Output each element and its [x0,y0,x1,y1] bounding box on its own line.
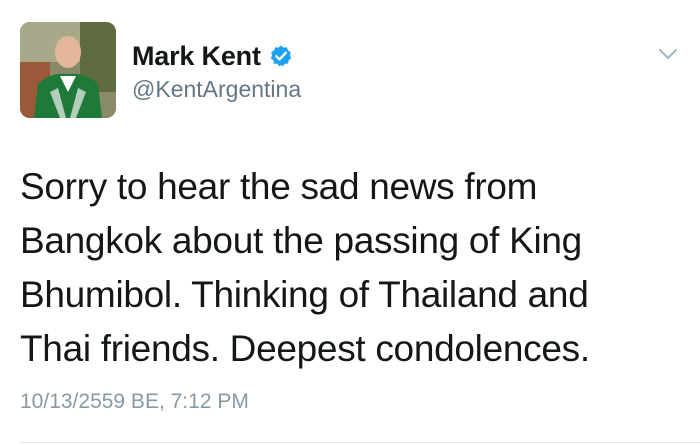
display-name[interactable]: Mark Kent [132,41,261,72]
tweet-text-line: Thai friends. Deepest condolences. [20,328,590,369]
name-row: Mark Kent [132,38,293,74]
tweet-text-line: Bhumibol. Thinking of Thailand and [20,274,589,315]
divider [20,442,700,443]
verified-badge-icon [269,44,293,68]
tweet-text-line: Sorry to hear the sad news from [20,166,538,207]
tweet-card: Mark Kent @KentArgentina Sorry to hear t… [0,0,700,445]
user-handle[interactable]: @KentArgentina [132,76,301,103]
tweet-text: Sorry to hear the sad news from Bangkok … [20,160,680,376]
tweet-timestamp[interactable]: 10/13/2559 BE, 7:12 PM [20,390,249,414]
chevron-down-icon[interactable] [656,42,680,66]
tweet-text-line: Bangkok about the passing of King [20,220,582,261]
avatar[interactable] [20,22,116,118]
avatar-photo [20,22,116,118]
